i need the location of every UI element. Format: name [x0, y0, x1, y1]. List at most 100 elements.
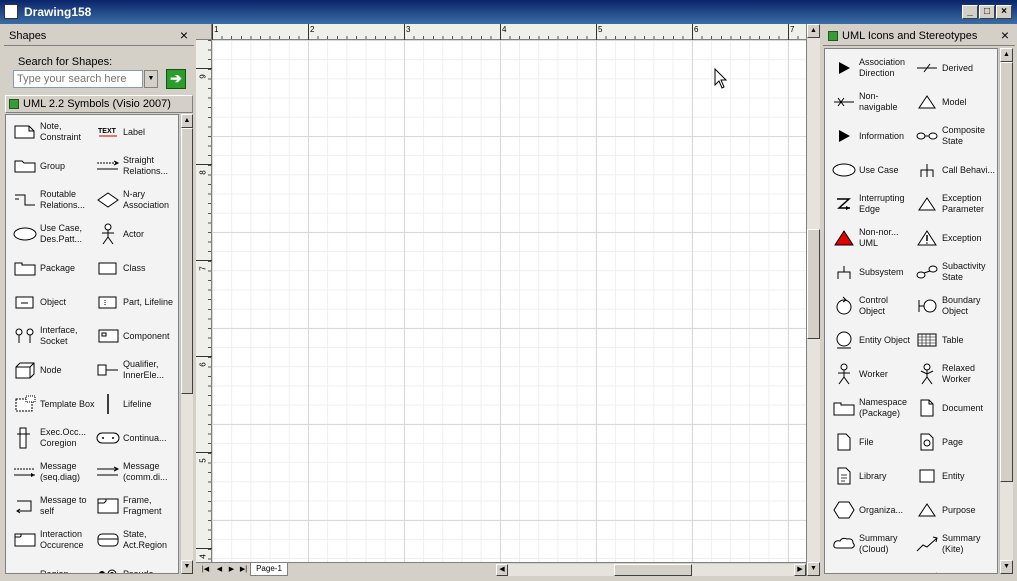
page-tab[interactable]: Page-1	[250, 563, 288, 576]
shape-actor[interactable]: Actor	[93, 217, 177, 251]
shape-relaxed-worker[interactable]: Relaxed Worker	[912, 357, 996, 391]
close-button[interactable]: ×	[996, 5, 1012, 19]
canvas-horizontal-scrollbar[interactable]	[508, 564, 794, 576]
scroll-down-arrow[interactable]: ▼	[807, 562, 820, 576]
shape-entity-object[interactable]: Entity Object	[829, 323, 913, 357]
stencil-header[interactable]: UML 2.2 Symbols (Visio 2007)	[5, 95, 193, 113]
shape-object[interactable]: Object	[10, 285, 94, 319]
shape-label: Summary (Cloud)	[859, 533, 898, 554]
shape-interrupting-edge[interactable]: Interrupting Edge	[829, 187, 913, 221]
shape-message-seq-diag[interactable]: Message (seq.diag)	[10, 455, 94, 489]
shape-worker[interactable]: Worker	[829, 357, 913, 391]
scroll-thumb[interactable]	[807, 229, 820, 339]
shape-summary-cloud[interactable]: Summary (Cloud)	[829, 527, 913, 561]
shape-message-comm-di[interactable]: Message (comm.di...	[93, 455, 177, 489]
shape-interface-socket[interactable]: Interface, Socket	[10, 319, 94, 353]
shape-use-case-des-patt[interactable]: Use Case, Des.Patt...	[10, 217, 94, 251]
shape-association-direction[interactable]: Association Direction	[829, 51, 913, 85]
shape-pseudo[interactable]: Pseudo-	[93, 557, 177, 573]
shape-exec-occ-coregion[interactable]: Exec.Occ... Coregion	[10, 421, 94, 455]
shape-non-navigable[interactable]: Non-navigable	[829, 85, 913, 119]
search-input[interactable]	[13, 70, 143, 88]
shape-non-nor-uml[interactable]: Non-nor... UML	[829, 221, 913, 255]
scroll-thumb[interactable]	[181, 128, 193, 394]
shape-page[interactable]: Page	[912, 425, 996, 459]
maximize-button[interactable]: □	[979, 5, 995, 19]
shape-use-case[interactable]: Use Case	[829, 153, 913, 187]
shape-subactivity-state[interactable]: Subactivity State	[912, 255, 996, 289]
last-page-button[interactable]: ▶|	[238, 564, 249, 575]
scroll-right-arrow[interactable]: ▶	[794, 564, 806, 576]
shape-table[interactable]: Table	[912, 323, 996, 357]
shape-node[interactable]: Node	[10, 353, 94, 387]
scroll-up-arrow[interactable]: ▲	[807, 24, 820, 38]
shape-routable-relations[interactable]: Routable Relations...	[10, 183, 94, 217]
shape-frame-fragment[interactable]: Frame, Fragment	[93, 489, 177, 523]
shape-library[interactable]: Library	[829, 459, 913, 493]
shape-information[interactable]: Information	[829, 119, 913, 153]
shape-qualifier-innerele[interactable]: Qualifier, InnerEle...	[93, 353, 177, 387]
minimize-button[interactable]: _	[962, 5, 978, 19]
shape-derived[interactable]: Derived	[912, 51, 996, 85]
ruler-label: 9	[198, 74, 208, 79]
shape-summary-kite[interactable]: Summary (Kite)	[912, 527, 996, 561]
shape-interaction-occurence[interactable]: Interaction Occurence	[10, 523, 94, 557]
prev-page-button[interactable]: ◀	[214, 564, 225, 575]
shape-subfunction[interactable]: Subfunction	[912, 561, 996, 574]
entity-icon	[915, 465, 939, 487]
scroll-thumb[interactable]	[1000, 62, 1013, 482]
shape-continua[interactable]: Continua...	[93, 421, 177, 455]
shape-straight-relations[interactable]: Straight Relations...	[93, 149, 177, 183]
shape-purpose[interactable]: Purpose	[912, 493, 996, 527]
shape-part-lifeline[interactable]: Part, Lifeline	[93, 285, 177, 319]
next-page-button[interactable]: ▶	[226, 564, 237, 575]
shape-lifeline[interactable]: Lifeline	[93, 387, 177, 421]
shape-boundary-object[interactable]: Boundary Object	[912, 289, 996, 323]
shape-document[interactable]: Document	[912, 391, 996, 425]
shape-package[interactable]: Package	[10, 251, 94, 285]
shape-label: Entity	[942, 470, 965, 481]
shape-model[interactable]: Model	[912, 85, 996, 119]
shape-label: Interface, Socket	[40, 325, 78, 346]
shape-organiza[interactable]: Organiza...	[829, 493, 913, 527]
shape-group[interactable]: Group	[10, 149, 94, 183]
scroll-down-arrow[interactable]: ▼	[181, 560, 193, 574]
actor-icon	[96, 223, 120, 245]
shape-user-goal[interactable]: User Goal	[829, 561, 913, 574]
shape-entity[interactable]: Entity	[912, 459, 996, 493]
shape-note-constraint[interactable]: Note, Constraint	[10, 115, 94, 149]
shape-subsystem[interactable]: Subsystem	[829, 255, 913, 289]
scroll-thumb[interactable]	[614, 564, 692, 576]
shape-composite-state[interactable]: Composite State	[912, 119, 996, 153]
scroll-up-arrow[interactable]: ▲	[181, 114, 193, 128]
shape-namespace-package[interactable]: Namespace (Package)	[829, 391, 913, 425]
shape-exception-parameter[interactable]: Exception Parameter	[912, 187, 996, 221]
shape-component[interactable]: Component	[93, 319, 177, 353]
shape-region[interactable]: Region	[10, 557, 94, 574]
drawing-canvas[interactable]	[212, 40, 806, 562]
canvas-vertical-scrollbar[interactable]: ▲ ▼	[806, 24, 820, 576]
shape-message-to-self[interactable]: Message to self	[10, 489, 94, 523]
scroll-up-arrow[interactable]: ▲	[1000, 48, 1013, 62]
shape-label[interactable]: TEXT Label	[93, 115, 177, 149]
shape-control-object[interactable]: Control Object	[829, 289, 913, 323]
search-dropdown-button[interactable]: ▼	[144, 70, 158, 88]
shape-state-act-region[interactable]: State, Act.Region	[93, 523, 177, 557]
shape-exception[interactable]: Exception	[912, 221, 996, 255]
right-scrollbar[interactable]: ▲ ▼	[999, 48, 1013, 574]
lifeline-icon	[96, 393, 120, 415]
shape-call-behavi[interactable]: Call Behavi...	[912, 153, 996, 187]
library-icon	[832, 465, 856, 487]
left-scrollbar[interactable]: ▲ ▼	[180, 114, 193, 574]
search-go-button[interactable]: ➔	[166, 69, 186, 89]
close-icon[interactable]: ×	[1001, 27, 1009, 43]
scroll-left-arrow[interactable]: ◀	[496, 564, 508, 576]
shape-n-ary-association[interactable]: N-ary Association	[93, 183, 177, 217]
close-icon[interactable]: ×	[180, 27, 188, 43]
horizontal-ruler	[212, 24, 806, 40]
scroll-down-arrow[interactable]: ▼	[1000, 560, 1013, 574]
first-page-button[interactable]: |◀	[200, 564, 211, 575]
shape-template-box[interactable]: Template Box	[10, 387, 95, 421]
shape-file[interactable]: File	[829, 425, 913, 459]
shape-class[interactable]: Class	[93, 251, 177, 285]
